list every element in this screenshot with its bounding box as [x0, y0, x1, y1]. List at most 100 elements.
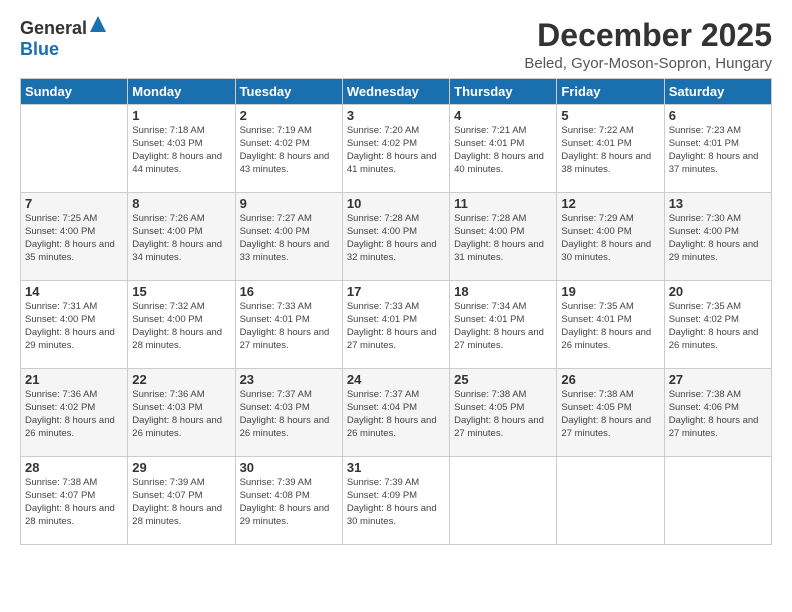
weekday-header-monday: Monday — [128, 79, 235, 105]
day-number: 31 — [347, 460, 445, 475]
day-number: 17 — [347, 284, 445, 299]
day-number: 7 — [25, 196, 123, 211]
day-info: Sunrise: 7:19 AMSunset: 4:02 PMDaylight:… — [240, 125, 330, 174]
day-number: 5 — [561, 108, 659, 123]
day-info: Sunrise: 7:18 AMSunset: 4:03 PMDaylight:… — [132, 125, 222, 174]
day-number: 23 — [240, 372, 338, 387]
day-info: Sunrise: 7:27 AMSunset: 4:00 PMDaylight:… — [240, 213, 330, 262]
logo: General Blue — [20, 18, 107, 60]
day-info: Sunrise: 7:28 AMSunset: 4:00 PMDaylight:… — [454, 213, 544, 262]
day-info: Sunrise: 7:36 AMSunset: 4:03 PMDaylight:… — [132, 389, 222, 438]
calendar-cell: 29 Sunrise: 7:39 AMSunset: 4:07 PMDaylig… — [128, 457, 235, 545]
day-info: Sunrise: 7:38 AMSunset: 4:05 PMDaylight:… — [454, 389, 544, 438]
location-title: Beled, Gyor-Moson-Sopron, Hungary — [524, 55, 772, 72]
calendar-cell: 1 Sunrise: 7:18 AMSunset: 4:03 PMDayligh… — [128, 105, 235, 193]
calendar-week-2: 7 Sunrise: 7:25 AMSunset: 4:00 PMDayligh… — [21, 193, 772, 281]
calendar-week-4: 21 Sunrise: 7:36 AMSunset: 4:02 PMDaylig… — [21, 369, 772, 457]
calendar-cell: 27 Sunrise: 7:38 AMSunset: 4:06 PMDaylig… — [664, 369, 771, 457]
weekday-header-sunday: Sunday — [21, 79, 128, 105]
weekday-header-row: SundayMondayTuesdayWednesdayThursdayFrid… — [21, 79, 772, 105]
day-info: Sunrise: 7:37 AMSunset: 4:04 PMDaylight:… — [347, 389, 437, 438]
calendar-cell: 10 Sunrise: 7:28 AMSunset: 4:00 PMDaylig… — [342, 193, 449, 281]
calendar-cell: 22 Sunrise: 7:36 AMSunset: 4:03 PMDaylig… — [128, 369, 235, 457]
day-number: 9 — [240, 196, 338, 211]
day-info: Sunrise: 7:35 AMSunset: 4:02 PMDaylight:… — [669, 301, 759, 350]
logo-blue: Blue — [20, 39, 107, 60]
day-number: 10 — [347, 196, 445, 211]
day-number: 3 — [347, 108, 445, 123]
calendar-cell: 28 Sunrise: 7:38 AMSunset: 4:07 PMDaylig… — [21, 457, 128, 545]
day-info: Sunrise: 7:38 AMSunset: 4:07 PMDaylight:… — [25, 477, 115, 526]
calendar-cell: 25 Sunrise: 7:38 AMSunset: 4:05 PMDaylig… — [450, 369, 557, 457]
day-number: 15 — [132, 284, 230, 299]
day-number: 19 — [561, 284, 659, 299]
month-title: December 2025 — [524, 18, 772, 53]
day-info: Sunrise: 7:30 AMSunset: 4:00 PMDaylight:… — [669, 213, 759, 262]
weekday-header-friday: Friday — [557, 79, 664, 105]
day-number: 1 — [132, 108, 230, 123]
day-number: 2 — [240, 108, 338, 123]
calendar-cell: 19 Sunrise: 7:35 AMSunset: 4:01 PMDaylig… — [557, 281, 664, 369]
day-number: 28 — [25, 460, 123, 475]
day-info: Sunrise: 7:37 AMSunset: 4:03 PMDaylight:… — [240, 389, 330, 438]
day-info: Sunrise: 7:38 AMSunset: 4:06 PMDaylight:… — [669, 389, 759, 438]
day-number: 25 — [454, 372, 552, 387]
day-info: Sunrise: 7:25 AMSunset: 4:00 PMDaylight:… — [25, 213, 115, 262]
calendar-cell: 6 Sunrise: 7:23 AMSunset: 4:01 PMDayligh… — [664, 105, 771, 193]
day-number: 27 — [669, 372, 767, 387]
calendar-cell: 18 Sunrise: 7:34 AMSunset: 4:01 PMDaylig… — [450, 281, 557, 369]
calendar-cell: 30 Sunrise: 7:39 AMSunset: 4:08 PMDaylig… — [235, 457, 342, 545]
day-info: Sunrise: 7:21 AMSunset: 4:01 PMDaylight:… — [454, 125, 544, 174]
calendar-cell: 26 Sunrise: 7:38 AMSunset: 4:05 PMDaylig… — [557, 369, 664, 457]
day-number: 16 — [240, 284, 338, 299]
calendar-week-1: 1 Sunrise: 7:18 AMSunset: 4:03 PMDayligh… — [21, 105, 772, 193]
day-number: 24 — [347, 372, 445, 387]
day-info: Sunrise: 7:26 AMSunset: 4:00 PMDaylight:… — [132, 213, 222, 262]
weekday-header-saturday: Saturday — [664, 79, 771, 105]
calendar-week-5: 28 Sunrise: 7:38 AMSunset: 4:07 PMDaylig… — [21, 457, 772, 545]
day-info: Sunrise: 7:20 AMSunset: 4:02 PMDaylight:… — [347, 125, 437, 174]
day-info: Sunrise: 7:28 AMSunset: 4:00 PMDaylight:… — [347, 213, 437, 262]
title-block: December 2025 Beled, Gyor-Moson-Sopron, … — [524, 18, 772, 72]
calendar-cell — [557, 457, 664, 545]
weekday-header-tuesday: Tuesday — [235, 79, 342, 105]
calendar-cell — [21, 105, 128, 193]
day-info: Sunrise: 7:29 AMSunset: 4:00 PMDaylight:… — [561, 213, 651, 262]
calendar-cell: 12 Sunrise: 7:29 AMSunset: 4:00 PMDaylig… — [557, 193, 664, 281]
day-info: Sunrise: 7:39 AMSunset: 4:08 PMDaylight:… — [240, 477, 330, 526]
day-info: Sunrise: 7:39 AMSunset: 4:09 PMDaylight:… — [347, 477, 437, 526]
day-number: 20 — [669, 284, 767, 299]
logo-general: General — [20, 18, 87, 39]
calendar-cell: 3 Sunrise: 7:20 AMSunset: 4:02 PMDayligh… — [342, 105, 449, 193]
calendar-cell: 11 Sunrise: 7:28 AMSunset: 4:00 PMDaylig… — [450, 193, 557, 281]
day-info: Sunrise: 7:35 AMSunset: 4:01 PMDaylight:… — [561, 301, 651, 350]
calendar-cell: 9 Sunrise: 7:27 AMSunset: 4:00 PMDayligh… — [235, 193, 342, 281]
calendar-table: SundayMondayTuesdayWednesdayThursdayFrid… — [20, 78, 772, 545]
day-number: 8 — [132, 196, 230, 211]
calendar-cell: 24 Sunrise: 7:37 AMSunset: 4:04 PMDaylig… — [342, 369, 449, 457]
day-info: Sunrise: 7:32 AMSunset: 4:00 PMDaylight:… — [132, 301, 222, 350]
calendar-cell: 31 Sunrise: 7:39 AMSunset: 4:09 PMDaylig… — [342, 457, 449, 545]
calendar-cell: 2 Sunrise: 7:19 AMSunset: 4:02 PMDayligh… — [235, 105, 342, 193]
calendar-week-3: 14 Sunrise: 7:31 AMSunset: 4:00 PMDaylig… — [21, 281, 772, 369]
day-number: 4 — [454, 108, 552, 123]
day-number: 30 — [240, 460, 338, 475]
calendar-cell — [664, 457, 771, 545]
calendar-cell: 14 Sunrise: 7:31 AMSunset: 4:00 PMDaylig… — [21, 281, 128, 369]
day-number: 12 — [561, 196, 659, 211]
calendar-cell: 17 Sunrise: 7:33 AMSunset: 4:01 PMDaylig… — [342, 281, 449, 369]
calendar-cell: 15 Sunrise: 7:32 AMSunset: 4:00 PMDaylig… — [128, 281, 235, 369]
calendar-cell: 21 Sunrise: 7:36 AMSunset: 4:02 PMDaylig… — [21, 369, 128, 457]
day-number: 13 — [669, 196, 767, 211]
calendar-cell — [450, 457, 557, 545]
calendar-cell: 7 Sunrise: 7:25 AMSunset: 4:00 PMDayligh… — [21, 193, 128, 281]
day-number: 14 — [25, 284, 123, 299]
day-info: Sunrise: 7:23 AMSunset: 4:01 PMDaylight:… — [669, 125, 759, 174]
day-number: 6 — [669, 108, 767, 123]
calendar-cell: 5 Sunrise: 7:22 AMSunset: 4:01 PMDayligh… — [557, 105, 664, 193]
day-number: 21 — [25, 372, 123, 387]
calendar-cell: 20 Sunrise: 7:35 AMSunset: 4:02 PMDaylig… — [664, 281, 771, 369]
day-number: 22 — [132, 372, 230, 387]
day-info: Sunrise: 7:39 AMSunset: 4:07 PMDaylight:… — [132, 477, 222, 526]
day-info: Sunrise: 7:22 AMSunset: 4:01 PMDaylight:… — [561, 125, 651, 174]
